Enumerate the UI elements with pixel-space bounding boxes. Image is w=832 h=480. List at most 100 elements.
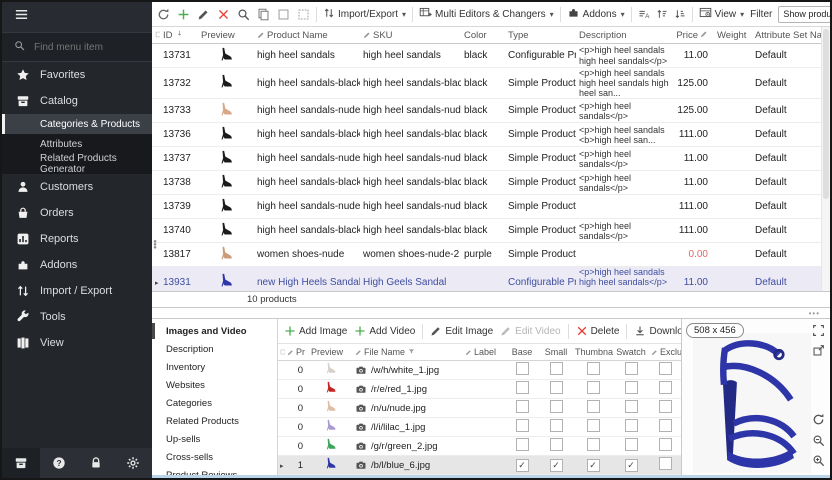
checkbox-base[interactable]: ✓ — [516, 459, 529, 472]
checkbox-swatch[interactable] — [625, 362, 638, 375]
checkbox-small[interactable] — [550, 362, 563, 375]
column-header-product-name[interactable]: Product Name — [254, 27, 360, 44]
image-row[interactable]: 0/w/h/white_1.jpg — [278, 361, 681, 380]
tab-description[interactable]: Description — [152, 340, 277, 358]
image-row[interactable]: ▸1/b/l/blue_6.jpg✓✓✓✓ — [278, 456, 681, 475]
checkbox-thumbnail[interactable] — [587, 400, 600, 413]
zoom-out-icon[interactable] — [812, 434, 825, 452]
sidebar-item-tools[interactable]: Tools — [2, 304, 152, 330]
checkbox-small[interactable] — [550, 419, 563, 432]
tab-up-sells[interactable]: Up-sells — [152, 430, 277, 448]
checkbox-base[interactable] — [516, 362, 529, 375]
table-row[interactable]: 13731high heel sandalshigh heel sandalsb… — [152, 44, 822, 68]
column-header-color[interactable]: Color — [461, 27, 505, 44]
column-header-description[interactable]: Description — [576, 27, 672, 44]
filter-select[interactable]: Show products from selected categories▾ — [778, 6, 830, 23]
open-external-icon[interactable] — [812, 344, 825, 362]
checkbox-swatch[interactable] — [625, 419, 638, 432]
column-header-weight[interactable]: Weight — [714, 27, 752, 44]
check-all-button[interactable] — [277, 8, 290, 21]
sidebar-item-addons[interactable]: Addons — [2, 252, 152, 278]
checkbox-small[interactable]: ✓ — [550, 459, 563, 472]
checkbox-base[interactable] — [516, 419, 529, 432]
checkbox-swatch[interactable] — [625, 400, 638, 413]
column-header-attribute-set-name[interactable]: Attribute Set Name — [752, 27, 822, 44]
checkbox-exclude[interactable] — [659, 419, 672, 432]
import-export-menu[interactable]: Import/Export▾ — [323, 7, 406, 22]
fullscreen-icon[interactable] — [812, 324, 825, 342]
delete-button[interactable] — [217, 8, 230, 21]
add-image-button[interactable]: Add Image — [284, 325, 347, 337]
view-menu[interactable]: View▾ — [699, 6, 745, 22]
images-column-header-base[interactable]: Base — [505, 344, 539, 361]
scrollbar-thumb[interactable] — [823, 29, 829, 199]
checkbox-thumbnail[interactable]: ✓ — [587, 459, 600, 472]
sidebar-subitem-categories-products[interactable]: Categories & Products — [2, 114, 152, 134]
images-column-header-pr[interactable]: Pr — [285, 344, 309, 361]
checkbox-exclude[interactable] — [659, 457, 672, 470]
add-button[interactable] — [177, 8, 190, 21]
tab-websites[interactable]: Websites — [152, 376, 277, 394]
copy-button[interactable] — [257, 8, 270, 21]
refresh-button[interactable] — [157, 8, 170, 21]
table-row[interactable]: 13739high heel sandals-nude-37high heel … — [152, 195, 822, 219]
rotate-icon[interactable] — [812, 413, 825, 431]
edit-button[interactable] — [197, 8, 210, 21]
column-header-sku[interactable]: SKU — [360, 27, 461, 44]
invert-selection-button[interactable] — [297, 8, 310, 21]
table-row[interactable]: ▸13931new High Heels SandalsHigh Geels S… — [152, 267, 822, 291]
images-column-header-preview[interactable]: Preview — [309, 344, 353, 361]
checkbox-base[interactable] — [516, 438, 529, 451]
checkbox-base[interactable] — [516, 381, 529, 394]
image-row[interactable]: 0/n/u/nude.jpg — [278, 399, 681, 418]
sidebar-item-reports[interactable]: Reports — [2, 226, 152, 252]
sidebar-item-favorites[interactable]: Favorites — [2, 62, 152, 88]
vertical-scrollbar[interactable] — [821, 27, 830, 291]
images-column-header-thumbna[interactable]: Thumbna — [573, 344, 613, 361]
tab-related-products[interactable]: Related Products — [152, 412, 277, 430]
sidebar-item-orders[interactable]: Orders — [2, 200, 152, 226]
sidebar-item-view[interactable]: View — [2, 330, 152, 356]
store-icon[interactable] — [2, 448, 40, 478]
image-row[interactable]: 0/r/e/red_1.jpg — [278, 380, 681, 399]
sort-asc-button[interactable] — [656, 8, 668, 20]
column-header-type[interactable]: Type — [505, 27, 576, 44]
translate-button[interactable]: A — [638, 8, 650, 20]
sort-desc-button[interactable] — [674, 8, 686, 20]
edit-image-button[interactable]: Edit Image — [430, 325, 493, 337]
hamburger-button[interactable] — [2, 2, 152, 32]
checkbox-swatch[interactable] — [625, 381, 638, 394]
table-row[interactable]: 13732high heel sandals-blackhigh heel sa… — [152, 68, 822, 99]
checkbox-swatch[interactable] — [625, 438, 638, 451]
panel-resize-handle[interactable]: ••• — [809, 309, 820, 318]
sidebar-item-import-export[interactable]: Import / Export — [2, 278, 152, 304]
image-row[interactable]: 0/l/i/lilac_1.jpg — [278, 418, 681, 437]
addons-menu[interactable]: Addons▾ — [567, 6, 625, 22]
multi-editors-menu[interactable]: Multi Editors & Changers▾ — [419, 6, 554, 22]
images-select-all-header[interactable] — [278, 344, 285, 361]
download-image-button[interactable]: Download Image — [634, 325, 681, 337]
select-all-header[interactable] — [152, 27, 160, 44]
tab-categories[interactable]: Categories — [152, 394, 277, 412]
menu-search-input[interactable] — [32, 41, 136, 54]
sidebar-item-customers[interactable]: Customers — [2, 174, 152, 200]
sidebar-subitem-attributes[interactable]: Attributes — [2, 134, 152, 154]
column-header-price[interactable]: Price — [672, 27, 714, 44]
tab-cross-sells[interactable]: Cross-sells — [152, 448, 277, 466]
checkbox-exclude[interactable] — [659, 362, 672, 375]
checkbox-swatch[interactable]: ✓ — [625, 459, 638, 472]
checkbox-thumbnail[interactable] — [587, 438, 600, 451]
table-row[interactable]: 13736high heel sandals-black-36high heel… — [152, 123, 822, 147]
sidebar-subitem-related-products-generator[interactable]: Related Products Generator — [2, 154, 152, 174]
checkbox-exclude[interactable] — [659, 438, 672, 451]
zoom-in-icon[interactable] — [812, 454, 825, 472]
checkbox-exclude[interactable] — [659, 400, 672, 413]
sidebar-item-catalog[interactable]: Catalog — [2, 88, 152, 114]
table-row[interactable]: 13817women shoes-nudewomen shoes-nude-2p… — [152, 243, 822, 267]
images-column-header-exclude[interactable]: Exclude — [649, 344, 681, 361]
images-column-header-file-name[interactable]: File Name — [353, 344, 463, 361]
checkbox-exclude[interactable] — [659, 381, 672, 394]
column-header-preview[interactable]: Preview — [198, 27, 254, 44]
images-column-header-small[interactable]: Small — [539, 344, 573, 361]
delete-image-button[interactable]: Delete — [576, 325, 620, 337]
